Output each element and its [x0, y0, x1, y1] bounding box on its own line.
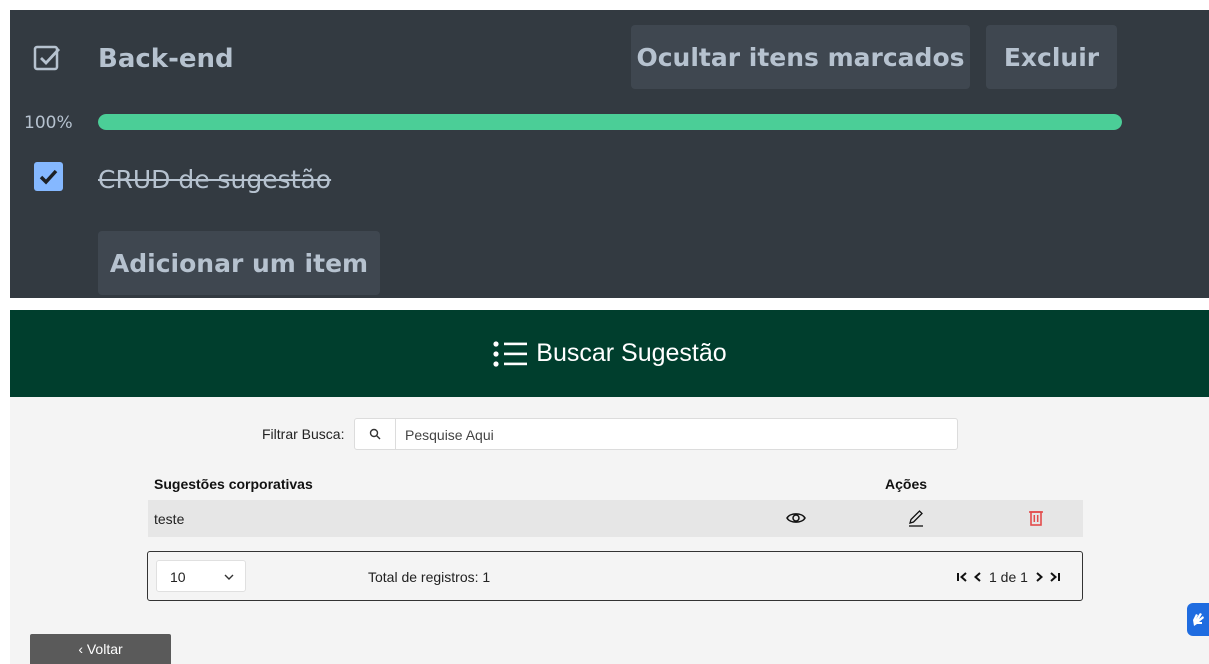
first-page-icon[interactable]: [954, 569, 970, 585]
search-field: [354, 418, 963, 450]
list-icon: [493, 340, 528, 367]
progress-percent: 100%: [24, 113, 73, 133]
pencil-icon[interactable]: [906, 508, 926, 528]
back-button[interactable]: ‹ Voltar: [30, 634, 171, 664]
page-size-value: 10: [170, 569, 186, 585]
back-button-label: ‹ Voltar: [78, 641, 123, 657]
total-records: Total de registros: 1: [368, 569, 491, 585]
filter-label: Filtrar Busca:: [262, 426, 345, 442]
column-header-name: Sugestões corporativas: [154, 476, 313, 492]
pagination-controls: 1 de 1: [954, 567, 1063, 587]
table-row: teste: [148, 500, 1083, 537]
add-item-label: Adicionar um item: [109, 248, 369, 278]
page-title: Buscar Sugestão: [536, 339, 727, 367]
search-icon: [369, 428, 381, 440]
progress-bar: [98, 114, 1122, 130]
hide-checked-button[interactable]: Ocultar itens marcados: [631, 25, 970, 89]
pagination-bar: 10 Total de registros: 1 1 de 1: [147, 551, 1083, 601]
sign-language-icon: [1193, 612, 1204, 626]
column-header-actions: Ações: [885, 476, 928, 492]
search-icon-addon: [355, 419, 396, 449]
row-name: teste: [154, 511, 185, 527]
checkmark-icon: [39, 169, 58, 185]
checklist-item-label[interactable]: CRUD de sugestão: [98, 165, 331, 194]
add-item-button[interactable]: Adicionar um item: [98, 231, 380, 295]
eye-icon[interactable]: [786, 508, 806, 528]
page-size-select[interactable]: 10: [156, 560, 246, 592]
progress-bar-fill: [98, 114, 1122, 130]
content-area: Filtrar Busca: Sugestões corporativas Aç…: [10, 397, 1209, 664]
checklist-title: Back-end: [98, 44, 234, 74]
search-input[interactable]: [397, 420, 963, 450]
checklist-panel: Back-end Ocultar itens marcados Excluir …: [10, 10, 1209, 298]
delete-checklist-label: Excluir: [1003, 42, 1100, 72]
accessibility-widget[interactable]: [1187, 603, 1209, 636]
page-info: 1 de 1: [989, 569, 1028, 585]
cropped-top-strip: [0, 0, 1209, 10]
delete-checklist-button[interactable]: Excluir: [986, 25, 1117, 89]
previous-page-icon[interactable]: [970, 569, 986, 585]
page-header: Buscar Sugestão: [10, 310, 1209, 397]
trash-icon[interactable]: [1026, 508, 1046, 528]
hide-checked-label: Ocultar itens marcados: [636, 42, 965, 72]
next-page-icon[interactable]: [1031, 569, 1047, 585]
last-page-icon[interactable]: [1047, 569, 1063, 585]
chevron-down-icon: [224, 574, 234, 580]
item-checkbox[interactable]: [34, 162, 63, 191]
checklist-icon: [33, 45, 61, 71]
